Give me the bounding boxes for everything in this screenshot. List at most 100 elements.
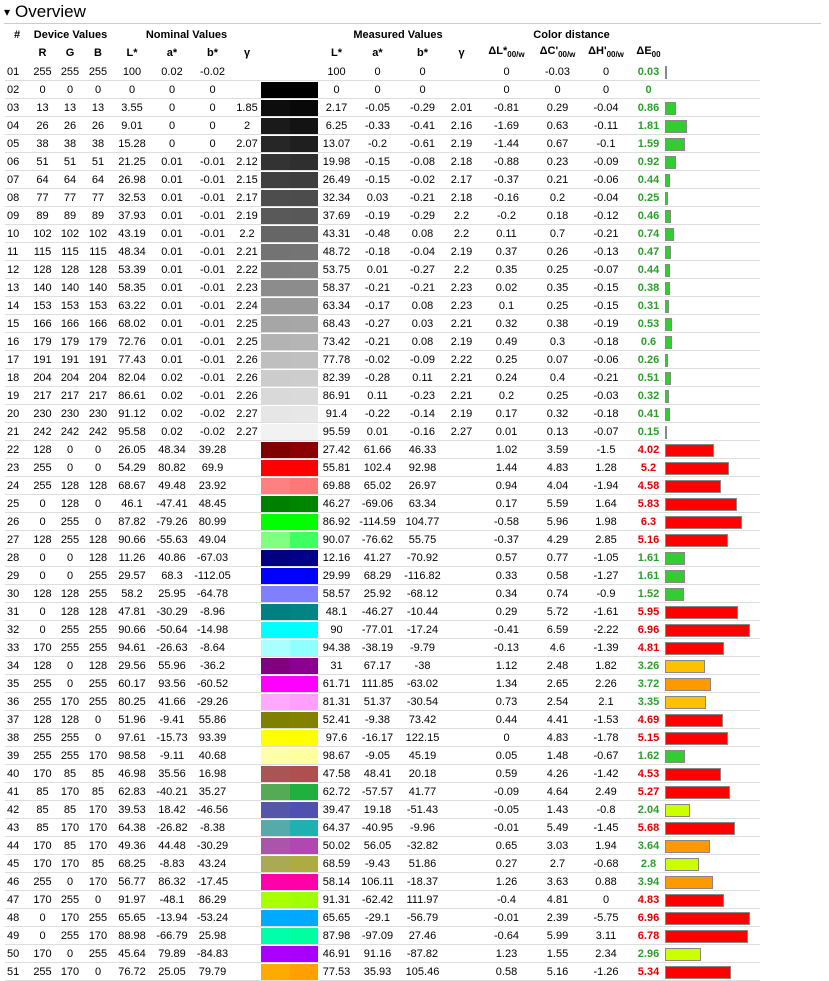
nominal-gamma bbox=[233, 494, 261, 514]
delta-c: 0.07 bbox=[535, 350, 580, 370]
color-swatch bbox=[261, 422, 318, 442]
measured-gamma: 2.22 bbox=[445, 350, 478, 370]
nominal-b: -0.02 bbox=[192, 63, 233, 82]
b-value: 0 bbox=[84, 728, 112, 748]
color-swatch bbox=[261, 332, 318, 352]
nominal-b: -0.01 bbox=[192, 242, 233, 262]
measured-b: -0.23 bbox=[400, 386, 445, 406]
g-value: 13 bbox=[56, 98, 84, 118]
delta-h: 2.1 bbox=[580, 692, 632, 712]
g-value: 85 bbox=[56, 764, 84, 784]
delta-e-bar-fill bbox=[665, 767, 721, 781]
measured-l: 26.49 bbox=[318, 170, 355, 190]
collapse-arrow-icon[interactable]: ▾ bbox=[4, 5, 10, 19]
delta-e-bar bbox=[665, 908, 760, 928]
measured-a: -0.2 bbox=[355, 134, 400, 154]
delta-e-bar bbox=[665, 278, 760, 298]
measured-swatch bbox=[289, 117, 318, 134]
nominal-b: -0.01 bbox=[192, 386, 233, 406]
delta-l: 0.49 bbox=[478, 332, 535, 352]
delta-l: -0.41 bbox=[478, 620, 535, 640]
nominal-gamma bbox=[233, 692, 261, 712]
delta-l: 0.35 bbox=[478, 260, 535, 280]
delta-c: 4.83 bbox=[535, 458, 580, 478]
delta-l: -0.16 bbox=[478, 188, 535, 208]
delta-e-bar bbox=[665, 368, 760, 388]
color-swatch bbox=[261, 152, 318, 172]
nominal-swatch bbox=[261, 369, 290, 386]
measured-l: 86.91 bbox=[318, 386, 355, 406]
delta-l: 0.58 bbox=[478, 962, 535, 981]
r-value: 255 bbox=[29, 674, 56, 694]
color-swatch bbox=[261, 926, 318, 946]
r-value: 170 bbox=[29, 764, 56, 784]
b-value: 179 bbox=[84, 332, 112, 352]
delta-e-bar bbox=[665, 260, 760, 280]
measured-b: 46.33 bbox=[400, 440, 445, 460]
measured-l: 46.91 bbox=[318, 944, 355, 964]
nominal-l: 3.55 bbox=[112, 98, 152, 118]
delta-e: 6.96 bbox=[632, 908, 665, 928]
nominal-gamma bbox=[233, 908, 261, 928]
nominal-gamma: 2.27 bbox=[233, 422, 261, 442]
delta-e-bar-fill bbox=[665, 209, 671, 223]
measured-b: -56.79 bbox=[400, 908, 445, 928]
row-num: 27 bbox=[5, 530, 29, 550]
nominal-swatch bbox=[261, 765, 290, 782]
nominal-swatch bbox=[261, 171, 290, 188]
table-row: 34 128 0 128 29.56 55.96 -36.2 31 67.17 -38 1.12 2.… bbox=[5, 656, 760, 676]
delta-e-bar-fill bbox=[665, 299, 669, 313]
nominal-b: 0 bbox=[192, 98, 233, 118]
g-value: 255 bbox=[56, 926, 84, 946]
delta-h: 2.85 bbox=[580, 530, 632, 550]
row-num: 25 bbox=[5, 494, 29, 514]
delta-h: -1.42 bbox=[580, 764, 632, 784]
measured-swatch bbox=[289, 837, 318, 854]
delta-l: 0.94 bbox=[478, 476, 535, 496]
delta-c: 5.16 bbox=[535, 962, 580, 981]
delta-e-bar-fill bbox=[665, 893, 724, 907]
measured-l: 73.42 bbox=[318, 332, 355, 352]
measured-gamma bbox=[445, 962, 478, 981]
r-value: 128 bbox=[29, 260, 56, 280]
nominal-a: 0.01 bbox=[152, 260, 192, 280]
delta-e-bar bbox=[665, 242, 760, 262]
g-value: 0 bbox=[56, 440, 84, 460]
delta-e-bar bbox=[665, 692, 760, 712]
table-row: 40 170 85 85 46.98 35.56 16.98 47.58 48.41 20.18 0… bbox=[5, 764, 760, 784]
delta-c: 5.72 bbox=[535, 602, 580, 622]
measured-gamma: 2.2 bbox=[445, 224, 478, 244]
b-value: 85 bbox=[84, 764, 112, 784]
r-value: 0 bbox=[29, 548, 56, 568]
measured-l: 13.07 bbox=[318, 134, 355, 154]
delta-e-bar-fill bbox=[665, 533, 728, 547]
nominal-swatch bbox=[261, 783, 290, 800]
nominal-l: 51.96 bbox=[112, 710, 152, 730]
measured-a: 91.16 bbox=[355, 944, 400, 964]
delta-c: 0.18 bbox=[535, 206, 580, 226]
nominal-a: 35.56 bbox=[152, 764, 192, 784]
nominal-b: -0.02 bbox=[192, 422, 233, 442]
delta-e-bar bbox=[665, 854, 760, 874]
measured-a: -114.59 bbox=[355, 512, 400, 532]
b-value: 77 bbox=[84, 188, 112, 208]
col-nominal-l: L* bbox=[126, 47, 138, 60]
r-value: 255 bbox=[29, 692, 56, 712]
nominal-swatch bbox=[261, 801, 290, 818]
measured-l: 82.39 bbox=[318, 368, 355, 388]
measured-gamma: 2.16 bbox=[445, 116, 478, 136]
nominal-b: -8.96 bbox=[192, 602, 233, 622]
r-value: 255 bbox=[29, 63, 56, 82]
measured-b: 45.19 bbox=[400, 746, 445, 766]
measured-gamma bbox=[445, 620, 478, 640]
delta-c: 6.59 bbox=[535, 620, 580, 640]
row-num: 49 bbox=[5, 926, 29, 946]
nominal-b: 43.24 bbox=[192, 854, 233, 874]
nominal-gamma: 2.25 bbox=[233, 314, 261, 334]
nominal-l: 58.2 bbox=[112, 584, 152, 604]
measured-l: 58.37 bbox=[318, 278, 355, 298]
table-row: 23 255 0 0 54.29 80.82 69.9 55.81 102.4 92.98 1.44… bbox=[5, 458, 760, 478]
section-header[interactable]: ▾ Overview bbox=[0, 0, 829, 24]
b-value: 0 bbox=[84, 962, 112, 981]
delta-e-bar-fill bbox=[665, 911, 750, 925]
